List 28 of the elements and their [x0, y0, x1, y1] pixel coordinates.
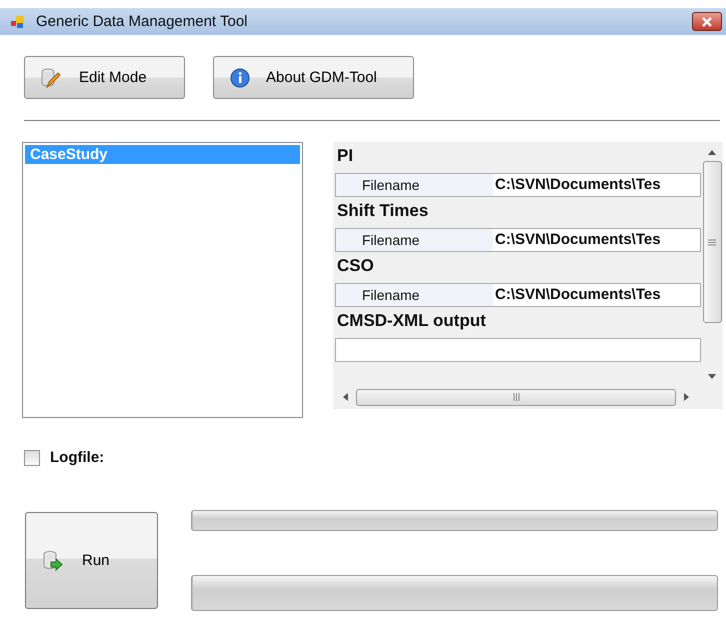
- run-icon: [42, 550, 64, 572]
- close-button[interactable]: [692, 12, 722, 31]
- left-arrow-icon[interactable]: [343, 393, 348, 401]
- property-name: Filename: [336, 229, 493, 251]
- grip-icon: [708, 238, 716, 246]
- logfile-label: Logfile:: [50, 449, 104, 466]
- toolbar-button[interactable]: About GDM-Tool: [213, 56, 414, 99]
- toolbar-button[interactable]: Edit Mode: [24, 56, 185, 99]
- category-label: PI: [336, 145, 354, 167]
- property-value[interactable]: C:\SVN\Documents\Tes: [493, 284, 700, 306]
- window-title: Generic Data Management Tool: [36, 13, 249, 30]
- property-name: Filename: [336, 284, 493, 306]
- category-label: Shift Times: [336, 200, 430, 222]
- run-button[interactable]: Run: [25, 512, 158, 609]
- category-label: CSO: [336, 255, 375, 277]
- down-arrow-icon[interactable]: [708, 374, 716, 379]
- info-icon: [230, 68, 250, 88]
- app-icon: [10, 14, 26, 30]
- grip-icon: [512, 393, 520, 401]
- up-arrow-icon[interactable]: [708, 150, 716, 155]
- right-arrow-icon[interactable]: [684, 393, 690, 401]
- close-icon: [701, 16, 713, 26]
- property-name: Filename: [336, 174, 493, 196]
- category-label: CMSD-XML output: [336, 310, 487, 332]
- logfile-checkbox[interactable]: [24, 450, 40, 466]
- property-value[interactable]: C:\SVN\Documents\Tes: [493, 174, 700, 196]
- pencil-icon: [39, 66, 61, 88]
- property-value[interactable]: C:\SVN\Documents\Tes: [493, 229, 700, 251]
